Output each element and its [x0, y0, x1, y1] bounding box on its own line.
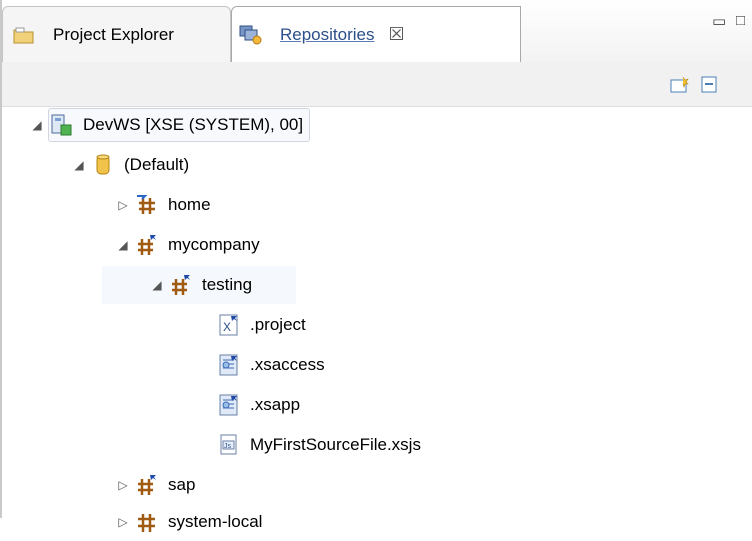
collapsed-arrow-icon[interactable]: ▷ [112, 515, 134, 529]
tree-item-mycompany[interactable]: ◢ mycompany [112, 226, 260, 264]
expanded-arrow-icon[interactable]: ◢ [112, 238, 134, 252]
repositories-icon [238, 23, 264, 47]
expanded-arrow-icon[interactable]: ◢ [26, 118, 48, 132]
tab-repositories[interactable]: Repositories ☒ [231, 6, 521, 62]
tree-item-sap[interactable]: ▷ sap [112, 466, 195, 504]
view-toolbar [2, 62, 752, 107]
tree-item-xsapp[interactable]: .xsapp [216, 386, 300, 424]
collapsed-arrow-icon[interactable]: ▷ [112, 198, 134, 212]
view-tab-bar: Project Explorer Repositories ☒ ▭ □ [2, 0, 752, 63]
tree-label: (Default) [124, 155, 190, 174]
tree-label: mycompany [168, 235, 260, 254]
tab-label: Repositories [280, 24, 375, 44]
maximize-icon[interactable]: □ [736, 12, 745, 29]
tree-label: MyFirstSourceFile.xsjs [250, 435, 421, 454]
tree-item-system-local[interactable]: ▷ system-local [112, 503, 262, 541]
tree-label: system-local [168, 512, 263, 531]
tree-item-project-file[interactable]: X .project [216, 306, 306, 344]
tree-label: .xsapp [250, 395, 301, 414]
package-icon [134, 510, 160, 534]
tree-label: DevWS [XSE (SYSTEM), 00] [83, 115, 304, 134]
folder-project-icon [11, 23, 37, 47]
system-connection-icon [49, 113, 75, 137]
tree-root[interactable]: ◢ DevWS [XSE (SYSTEM), 00] [26, 106, 311, 144]
svg-text:X: X [223, 320, 231, 334]
tree-label: testing [202, 275, 253, 294]
tree-label: home [168, 195, 211, 214]
xml-file-icon: X [216, 313, 242, 337]
package-shared-icon [168, 273, 194, 297]
package-shared-icon [134, 233, 160, 257]
tree-item-xsjs-file[interactable]: Js MyFirstSourceFile.xsjs [216, 426, 421, 464]
tree-item-home[interactable]: ▷ home [112, 186, 211, 224]
expanded-arrow-icon[interactable]: ◢ [68, 158, 90, 172]
close-icon[interactable]: ☒ [389, 24, 405, 45]
tree-item-default[interactable]: ◢ (Default) [68, 146, 189, 184]
package-shared-icon [134, 473, 160, 497]
minimize-icon[interactable]: ▭ [712, 12, 726, 30]
tree-item-testing[interactable]: ◢ testing [102, 266, 296, 304]
js-file-icon: Js [216, 433, 242, 457]
expanded-arrow-icon[interactable]: ◢ [146, 278, 168, 292]
tab-label: Project Explorer [53, 24, 174, 44]
config-file-icon [216, 353, 242, 377]
database-icon [90, 153, 116, 177]
svg-text:Js: Js [224, 443, 232, 450]
new-folder-icon[interactable] [670, 76, 689, 93]
package-home-icon [134, 193, 160, 217]
collapsed-arrow-icon[interactable]: ▷ [112, 478, 134, 492]
tree-label: sap [168, 475, 196, 494]
config-file-icon [216, 393, 242, 417]
tree-item-xsaccess[interactable]: .xsaccess [216, 346, 325, 384]
tree-label: .project [250, 315, 306, 334]
collapse-all-icon[interactable] [700, 76, 718, 93]
repository-tree: ◢ DevWS [XSE (SYSTEM), 00] ◢ (Default) ▷… [2, 106, 752, 532]
tab-project-explorer[interactable]: Project Explorer [2, 6, 231, 62]
tree-label: .xsaccess [250, 355, 325, 374]
